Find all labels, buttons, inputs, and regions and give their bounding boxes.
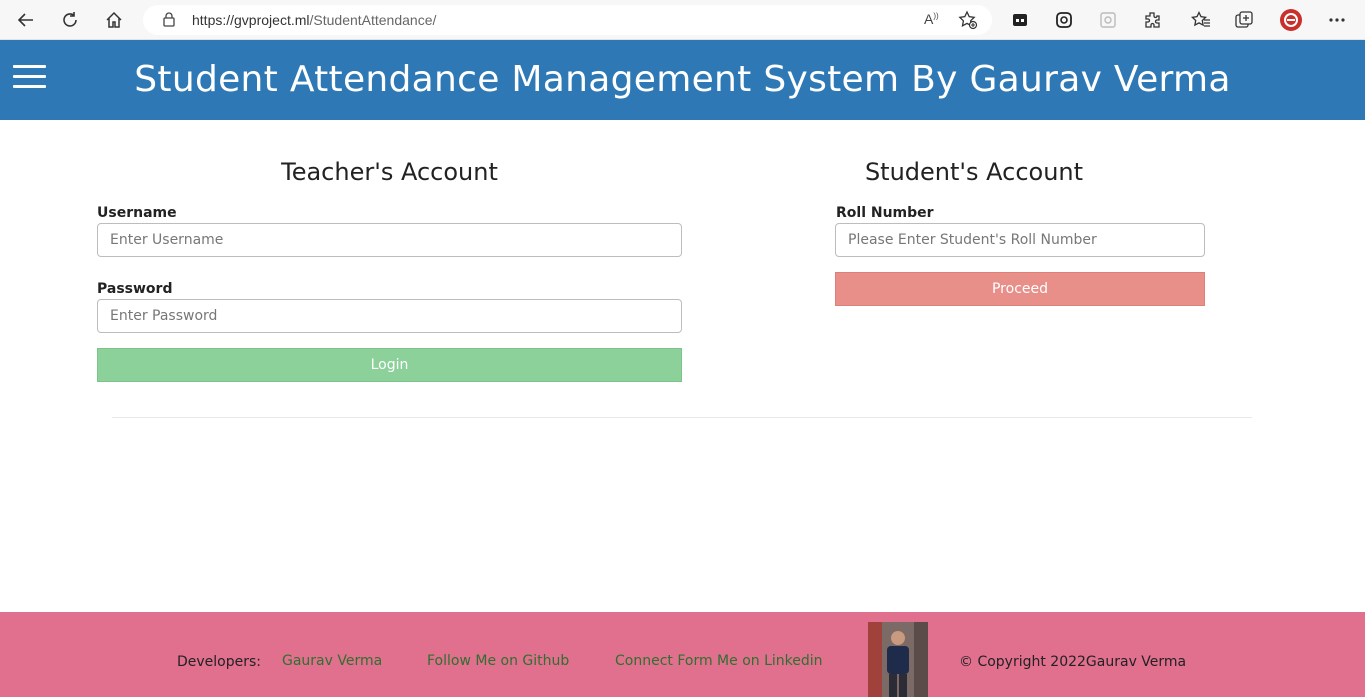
extensions-icon[interactable] xyxy=(1141,9,1163,31)
copyright-text: © Copyright 2022Gaurav Verma xyxy=(959,654,1187,670)
roll-number-input[interactable] xyxy=(835,223,1205,257)
developers-label: Developers: xyxy=(177,654,262,670)
read-aloud-icon[interactable]: A)) xyxy=(924,11,939,27)
lock-icon[interactable] xyxy=(163,12,175,31)
back-icon[interactable] xyxy=(12,6,40,34)
url-path: /StudentAttendance/ xyxy=(309,12,437,28)
site-header: Student Attendance Management System By … xyxy=(0,40,1365,120)
password-label: Password xyxy=(97,281,173,297)
more-menu-icon[interactable] xyxy=(1326,9,1348,31)
section-divider xyxy=(112,417,1252,418)
username-label: Username xyxy=(97,205,177,221)
url-text[interactable]: https://gvproject.ml/StudentAttendance/ xyxy=(192,12,436,28)
collections-icon[interactable] xyxy=(1234,9,1256,31)
address-bar[interactable]: https://gvproject.ml/StudentAttendance/ … xyxy=(143,5,992,35)
github-link[interactable]: Follow Me on Github xyxy=(427,653,569,669)
favorites-icon[interactable] xyxy=(1190,9,1212,31)
teacher-account-heading: Teacher's Account xyxy=(281,158,498,186)
browser-toolbar: https://gvproject.ml/StudentAttendance/ … xyxy=(0,0,1365,40)
username-input[interactable] xyxy=(97,223,682,257)
site-title: Student Attendance Management System By … xyxy=(134,59,1231,100)
sync-icon[interactable] xyxy=(1053,9,1075,31)
developer-name-link[interactable]: Gaurav Verma xyxy=(282,653,382,669)
developer-photo xyxy=(868,622,928,697)
profile-avatar-icon[interactable] xyxy=(1279,8,1303,32)
home-icon[interactable] xyxy=(100,6,128,34)
tab-actions-icon[interactable] xyxy=(1009,9,1031,31)
proceed-button[interactable]: Proceed xyxy=(835,272,1205,306)
url-host: https://gvproject.ml xyxy=(192,12,310,28)
site-footer: Developers: Gaurav Verma Follow Me on Gi… xyxy=(0,612,1365,697)
roll-number-label: Roll Number xyxy=(836,205,934,221)
password-input[interactable] xyxy=(97,299,682,333)
favorite-add-icon[interactable] xyxy=(958,10,978,34)
extension-puzzle-gray-icon[interactable] xyxy=(1097,9,1119,31)
student-account-heading: Student's Account xyxy=(864,158,1084,186)
read-aloud-glyph: A xyxy=(924,11,934,27)
login-button[interactable]: Login xyxy=(97,348,682,382)
refresh-icon[interactable] xyxy=(56,6,84,34)
linkedin-link[interactable]: Connect Form Me on Linkedin xyxy=(615,653,823,669)
